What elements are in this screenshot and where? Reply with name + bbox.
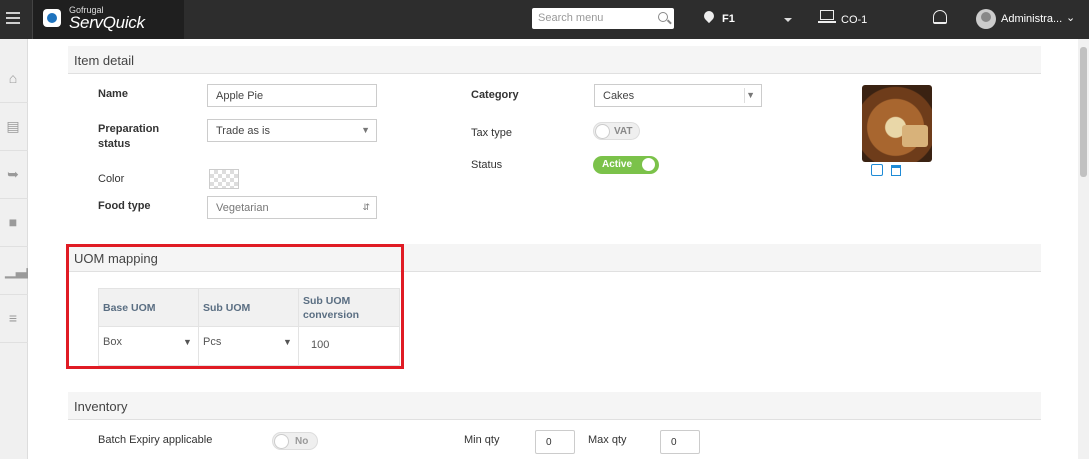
section-title: Inventory: [74, 399, 128, 414]
toggle-knob: [274, 434, 289, 449]
uom-highlight-box: [66, 244, 404, 369]
app-logo[interactable]: Gofrugal ServQuick: [32, 0, 184, 39]
preparation-label: Preparation: [98, 123, 160, 135]
location-pin-icon: [701, 8, 717, 24]
min-qty-label: Min qty: [464, 434, 500, 446]
search-icon[interactable]: [658, 12, 668, 22]
color-swatch[interactable]: [209, 169, 239, 189]
category-label: Category: [471, 89, 519, 101]
name-input[interactable]: Apple Pie: [207, 84, 377, 107]
logo-brand-name: ServQuick: [69, 13, 145, 32]
max-qty-input[interactable]: 0: [660, 430, 700, 454]
monitor-icon: [818, 10, 836, 23]
section-title: Item detail: [74, 53, 134, 68]
batch-expiry-label: Batch Expiry applicable: [98, 434, 213, 446]
name-label: Name: [98, 88, 128, 100]
color-label: Color: [98, 173, 125, 185]
home-icon: ⌂: [8, 70, 18, 86]
scrollbar-thumb[interactable]: [1080, 47, 1087, 177]
sidebar-item-orders[interactable]: ➥: [0, 151, 28, 199]
clock-icon: [43, 9, 61, 27]
max-qty-label: Max qty: [588, 434, 627, 446]
avatar[interactable]: [976, 9, 996, 29]
edit-icon[interactable]: [871, 164, 883, 176]
status-toggle[interactable]: Active: [593, 156, 659, 174]
select-divider: [744, 88, 745, 103]
preparation-status-select[interactable]: Trade as is ▼: [207, 119, 377, 142]
sliders-icon: ≡: [8, 310, 18, 326]
food-type-label: Food type: [98, 200, 151, 212]
sidebar-item-store[interactable]: ■: [0, 199, 28, 247]
preparation-value: Trade as is: [216, 125, 271, 137]
chart-icon: ▁▃▅: [5, 262, 38, 278]
tax-type-toggle[interactable]: VAT: [593, 122, 640, 140]
min-qty-value: 0: [546, 437, 552, 448]
sidebar-item-catalog[interactable]: ▤: [0, 103, 28, 151]
sidebar-item-home[interactable]: ⌂: [0, 55, 28, 103]
chevron-down-icon[interactable]: [784, 18, 792, 22]
item-photo: [862, 85, 932, 162]
batch-expiry-toggle[interactable]: No: [272, 432, 318, 450]
sidebar: ⌂ ▤ ➥ ■ ▁▃▅ ≡: [0, 39, 38, 459]
chevron-down-icon: ▼: [746, 90, 755, 100]
scrollbar[interactable]: [1078, 39, 1089, 459]
sidebar-item-settings[interactable]: ≡: [0, 295, 28, 343]
food-type-select[interactable]: Vegetarian ⇵: [207, 196, 377, 219]
tax-type-value: VAT: [614, 126, 633, 137]
category-select[interactable]: Cakes ▼: [594, 84, 762, 107]
category-value: Cakes: [603, 90, 635, 102]
location-selector[interactable]: F1: [722, 13, 735, 25]
toggle-knob: [641, 157, 656, 172]
status-label: Status: [471, 159, 503, 171]
menu-icon[interactable]: [6, 12, 20, 24]
min-qty-input[interactable]: 0: [535, 430, 575, 454]
tax-type-label: Tax type: [471, 127, 512, 139]
sidebar-item-reports[interactable]: ▁▃▅: [0, 247, 38, 295]
search-input[interactable]: Search menu: [532, 8, 674, 29]
batch-expiry-value: No: [295, 436, 309, 447]
chevron-down-icon: ▼: [361, 125, 370, 135]
top-bar: Gofrugal ServQuick Search menu F1 CO-1 A…: [0, 0, 1089, 39]
inventory-header: Inventory: [68, 392, 1041, 420]
book-icon: ▤: [6, 118, 20, 134]
food-type-value: Vegetarian: [216, 202, 269, 214]
preparation-label-2: status: [98, 138, 131, 150]
item-detail-header: Item detail: [68, 46, 1041, 74]
user-menu[interactable]: Administra...: [1001, 13, 1062, 25]
user-chevron-icon[interactable]: ⌄: [1066, 11, 1075, 24]
name-value: Apple Pie: [216, 90, 264, 102]
max-qty-value: 0: [671, 437, 677, 448]
store-icon: ■: [8, 214, 18, 230]
sort-icon: ⇵: [362, 202, 370, 212]
trash-icon[interactable]: [891, 165, 901, 176]
status-value: Active: [602, 159, 633, 170]
toggle-knob: [595, 124, 610, 139]
search-placeholder: Search menu: [538, 12, 604, 24]
bell-icon[interactable]: [933, 10, 947, 24]
counter-selector[interactable]: CO-1: [841, 14, 867, 26]
cart-icon: ➥: [7, 166, 19, 182]
